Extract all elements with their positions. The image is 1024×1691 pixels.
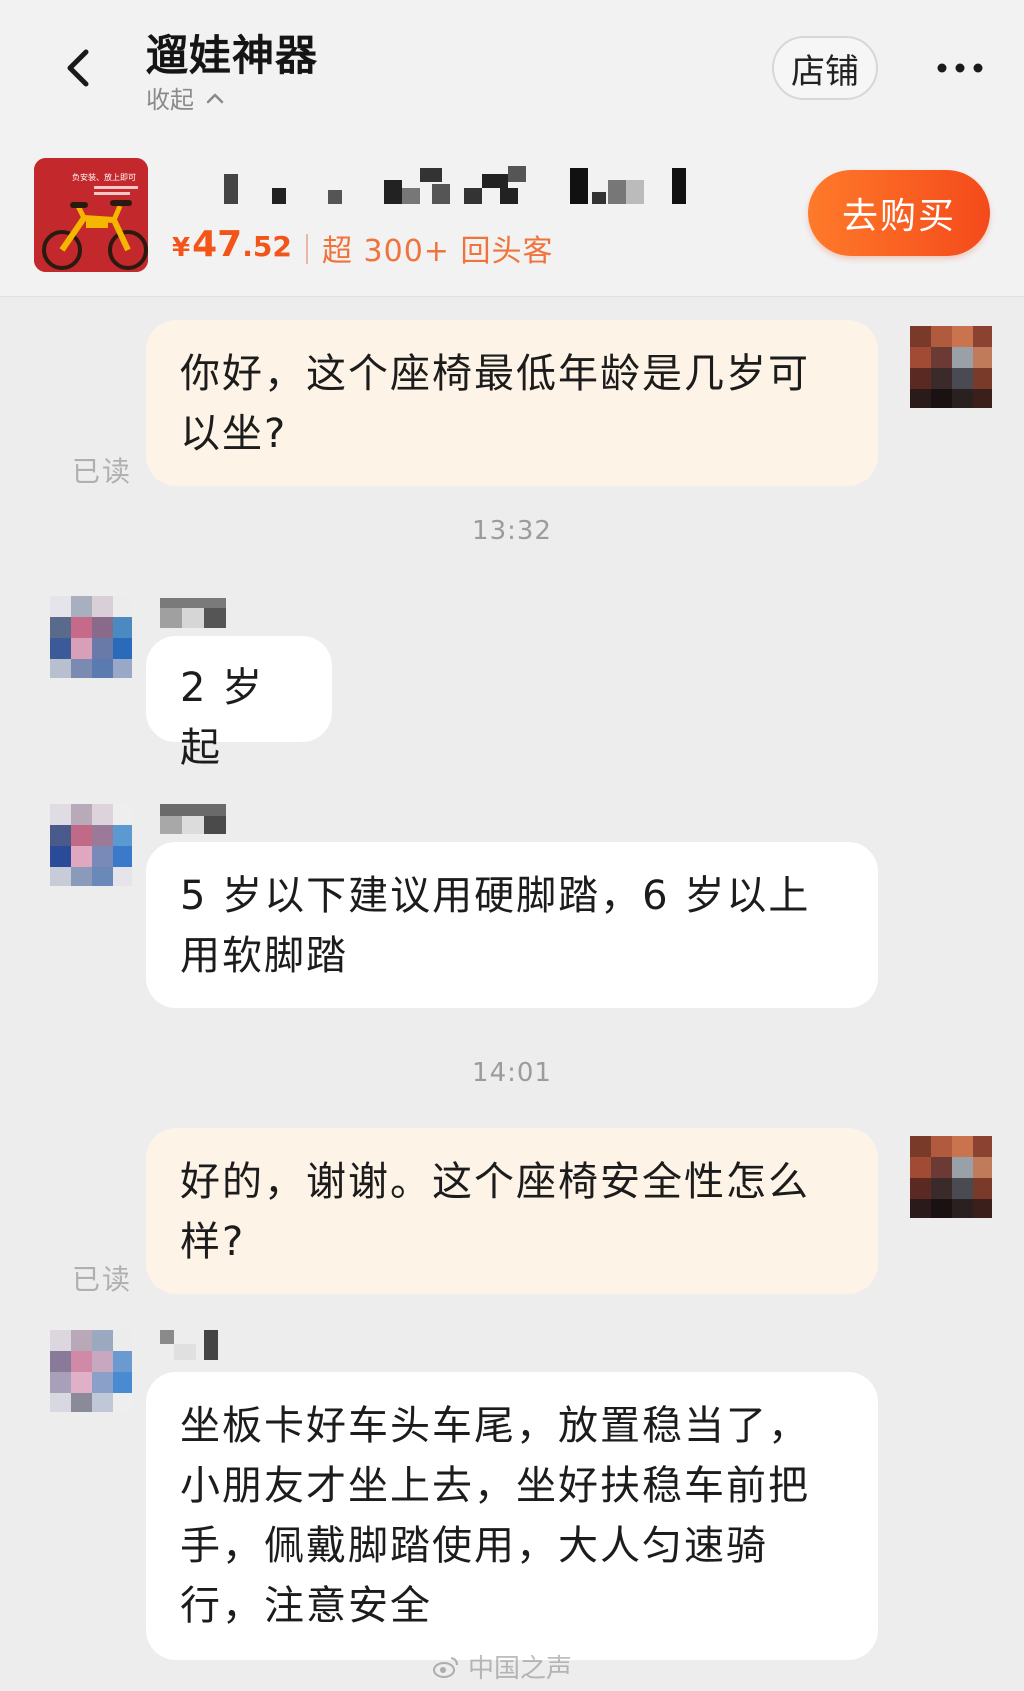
message-bubble-incoming[interactable]: 2 岁起 xyxy=(146,636,332,771)
message-text-line: 你好，这个座椅最低年龄是几岁可 xyxy=(180,351,810,397)
avatar-mosaic xyxy=(910,326,992,408)
price-integer: 47 xyxy=(192,224,243,265)
chevron-up-icon xyxy=(206,93,224,103)
avatar-mosaic xyxy=(50,804,132,886)
avatar-mosaic xyxy=(50,1330,132,1412)
price-currency: ¥ xyxy=(172,233,191,263)
more-icon xyxy=(937,63,983,73)
message-text-line: 小朋友才坐上去，坐好扶稳车前把 xyxy=(180,1463,810,1509)
page-title: 遛娃神器 xyxy=(146,31,319,80)
message-text-line: 5 岁以下建议用硬脚踏，6 岁以上 xyxy=(180,873,811,919)
message-bubble-outgoing[interactable]: 好的，谢谢。这个座椅安全性怎么 样? xyxy=(146,1128,878,1294)
more-button[interactable] xyxy=(930,50,990,86)
source-watermark: 中国之声 xyxy=(432,1648,572,1685)
message-text-line: 手，佩戴脚踏使用，大人匀速骑 xyxy=(180,1523,768,1569)
thumb-caption: 负安装、放上即可 xyxy=(72,172,136,182)
timestamp: 13:32 xyxy=(472,516,552,546)
message-bubble-incoming[interactable]: 坐板卡好车头车尾，放置稳当了， 小朋友才坐上去，坐好扶稳车前把 手，佩戴脚踏使用… xyxy=(146,1372,878,1660)
message-text-line: 用软脚踏 xyxy=(180,933,348,979)
message-bubble-outgoing[interactable]: 你好，这个座椅最低年龄是几岁可 以坐? xyxy=(146,320,878,486)
message-bubble-incoming[interactable]: 5 岁以下建议用硬脚踏，6 岁以上 用软脚踏 xyxy=(146,842,878,1008)
product-name-mosaic xyxy=(224,166,686,204)
buy-button[interactable]: 去购买 xyxy=(808,170,990,256)
watermark-text: 中国之声 xyxy=(468,1654,573,1684)
weibo-icon xyxy=(433,1656,458,1678)
message-text-line: 2 岁起 xyxy=(180,665,265,771)
avatar-mosaic xyxy=(910,1136,992,1218)
seller-avatar[interactable] xyxy=(50,1330,132,1412)
product-bar[interactable]: 负安装、放上即可 ¥ 47 .52 超 300+ 回头客 去购买 xyxy=(0,140,1024,297)
my-avatar[interactable] xyxy=(910,1136,992,1218)
price-divider xyxy=(306,234,308,264)
timestamp: 14:01 xyxy=(472,1058,552,1088)
message-text-line: 行，注意安全 xyxy=(180,1583,432,1629)
chat-header: 遛娃神器 收起 店铺 xyxy=(0,0,1024,140)
seller-avatar[interactable] xyxy=(50,804,132,886)
message-text-line: 坐板卡好车头车尾，放置稳当了， xyxy=(180,1403,810,1449)
product-thumbnail[interactable]: 负安装、放上即可 xyxy=(34,158,148,272)
seller-name-mosaic xyxy=(160,598,226,628)
seller-avatar[interactable] xyxy=(50,596,132,678)
message-text-line: 以坐? xyxy=(180,411,288,457)
read-status: 已读 xyxy=(72,455,133,488)
seller-name-mosaic xyxy=(160,804,226,834)
repeat-customers-badge: 超 300+ 回头客 xyxy=(322,234,554,269)
my-avatar[interactable] xyxy=(910,326,992,408)
message-text-line: 样? xyxy=(180,1219,246,1265)
read-status: 已读 xyxy=(72,1263,133,1296)
shop-button[interactable]: 店铺 xyxy=(772,36,878,100)
avatar-mosaic xyxy=(50,596,132,678)
price-decimal: .52 xyxy=(242,230,292,263)
bike-seat-image: 负安装、放上即可 xyxy=(34,158,148,272)
seller-name-mosaic xyxy=(160,1330,218,1360)
back-button[interactable] xyxy=(50,38,110,98)
collapse-label: 收起 xyxy=(146,86,194,114)
collapse-toggle[interactable]: 收起 xyxy=(146,80,226,115)
message-text-line: 好的，谢谢。这个座椅安全性怎么 xyxy=(180,1159,810,1205)
back-icon xyxy=(67,49,89,87)
product-price: ¥ 47 .52 xyxy=(172,224,292,265)
